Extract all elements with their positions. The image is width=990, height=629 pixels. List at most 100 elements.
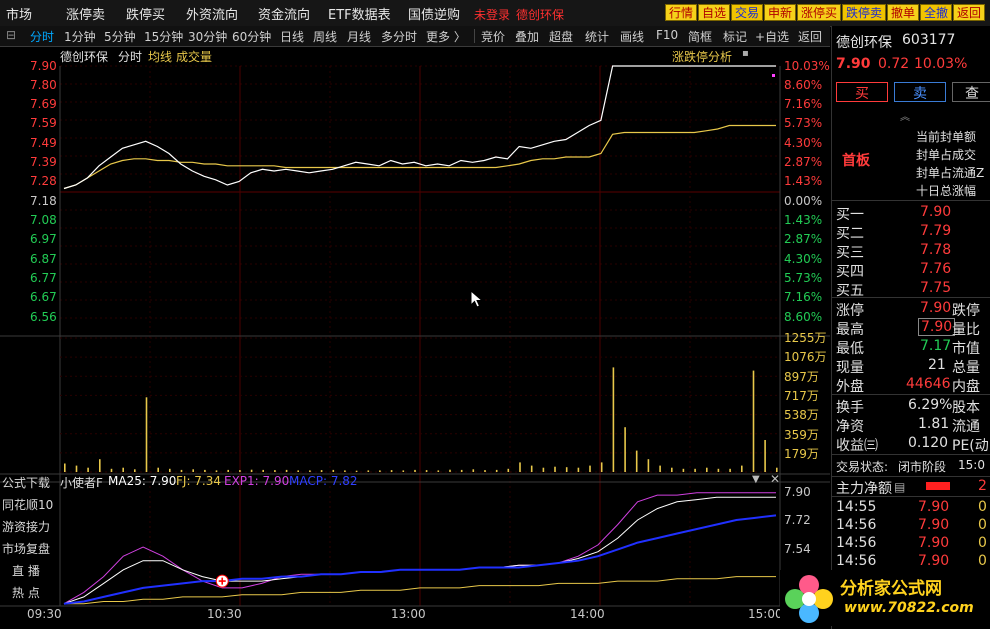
- tab-monthly[interactable]: 月线: [347, 28, 371, 45]
- btn-drawing[interactable]: 画线: [620, 28, 644, 45]
- menu-etf-table[interactable]: ETF数据表: [328, 4, 391, 23]
- panel-change: 0.72: [878, 56, 910, 72]
- price-tick: 6.87: [30, 252, 57, 266]
- price-tick: 7.80: [30, 78, 57, 92]
- panel-divider: [832, 297, 990, 298]
- tab-60min[interactable]: 60分钟: [232, 28, 271, 45]
- volume-bar: [565, 467, 568, 472]
- stat-label: 量比: [952, 322, 980, 338]
- tab-15min[interactable]: 15分钟: [144, 28, 183, 45]
- tab-30min[interactable]: 30分钟: [188, 28, 227, 45]
- query-button[interactable]: 查: [952, 82, 990, 102]
- market-review-button[interactable]: 市场复盘: [2, 540, 58, 557]
- intraday-chart-svg[interactable]: [0, 46, 830, 629]
- tick-price: 7.90: [918, 535, 950, 551]
- toolbar-toggle-icon[interactable]: ⊟: [6, 28, 16, 42]
- indicator-dropdown-icon[interactable]: ▼: [752, 474, 760, 485]
- bid-price[interactable]: 7.78: [920, 242, 951, 258]
- volume-bar: [425, 470, 428, 472]
- login-status[interactable]: 未登录: [474, 6, 510, 23]
- bid-label: 买三: [836, 245, 864, 261]
- btn-add-watchlist[interactable]: +自选: [755, 28, 789, 45]
- time-tick: 10:30: [207, 607, 242, 621]
- live-button[interactable]: 直 播: [12, 562, 68, 579]
- bid-price[interactable]: 7.90: [920, 204, 951, 220]
- menu-limit-down-buy[interactable]: 跌停买: [126, 4, 165, 23]
- btn-simple-frame[interactable]: 简框: [688, 28, 712, 45]
- sell-button[interactable]: 卖: [894, 82, 946, 102]
- tab-intraday[interactable]: 分时: [30, 28, 54, 45]
- stat-value: 21: [928, 357, 946, 373]
- quick-back-button[interactable]: 返回: [953, 4, 985, 21]
- quick-trade-button[interactable]: 交易: [731, 4, 763, 21]
- buy-button[interactable]: 买: [836, 82, 888, 102]
- volume-bar: [635, 450, 638, 472]
- collapse-up-icon[interactable]: ︽: [900, 108, 910, 123]
- indicator-close-icon[interactable]: ✕: [770, 472, 780, 486]
- btn-super-panel[interactable]: 超盘: [549, 28, 573, 45]
- volume-bar: [542, 467, 545, 472]
- time-tick: 09:30: [27, 607, 62, 621]
- chart-area[interactable]: [0, 46, 830, 629]
- pct-tick: 8.60%: [784, 310, 823, 324]
- bid-label: 买一: [836, 207, 864, 223]
- logo-url: www.70822.com: [844, 600, 974, 616]
- menu-market[interactable]: 市场: [6, 4, 32, 23]
- main-flow-info-icon[interactable]: ▤: [894, 480, 905, 494]
- price-tick: 7.28: [30, 174, 57, 188]
- toolbar-divider: [474, 29, 475, 43]
- price-tick: 7.18: [30, 194, 57, 208]
- menu-fund-flow[interactable]: 资金流向: [258, 4, 310, 23]
- tab-weekly[interactable]: 周线: [313, 28, 337, 45]
- volume-bar: [332, 469, 335, 472]
- btn-mark[interactable]: 标记: [723, 28, 747, 45]
- quick-ipo-button[interactable]: 申新: [764, 4, 796, 21]
- hot-money-relay-button[interactable]: 游资接力: [2, 518, 58, 535]
- volume-bar: [717, 468, 720, 472]
- btn-back[interactable]: 返回: [798, 28, 822, 45]
- menu-limit-up-sell[interactable]: 涨停卖: [66, 4, 105, 23]
- quick-quote-button[interactable]: 行情: [665, 4, 697, 21]
- tab-more[interactable]: 更多 〉: [426, 28, 466, 45]
- price-tick: 6.77: [30, 271, 57, 285]
- ths10-button[interactable]: 同花顺10: [2, 496, 58, 513]
- quick-watchlist-button[interactable]: 自选: [698, 4, 730, 21]
- volume-tick: 1255万: [784, 331, 827, 345]
- stat-label: 外盘: [836, 379, 864, 395]
- btn-auction[interactable]: 竞价: [481, 28, 505, 45]
- menu-foreign-flow[interactable]: 外资流向: [186, 4, 238, 23]
- limit-analysis-link[interactable]: 涨跌停分析: [672, 48, 732, 65]
- volume-bar: [530, 465, 533, 472]
- btn-overlay[interactable]: 叠加: [515, 28, 539, 45]
- volume-bar: [589, 465, 591, 472]
- tick-time: 14:55: [836, 499, 877, 515]
- tab-multi-intraday[interactable]: 多分时: [381, 28, 417, 45]
- avg-line-label: 均线: [148, 50, 173, 64]
- quick-limit-up-buy-button[interactable]: 涨停买: [797, 4, 841, 21]
- tick-volume: 0: [978, 535, 987, 551]
- bid-price[interactable]: 7.79: [920, 223, 951, 239]
- stat-label: 现量: [836, 360, 864, 376]
- btn-f10[interactable]: F10: [656, 28, 678, 42]
- chart-header-close-icon[interactable]: ▪: [742, 48, 749, 59]
- quick-limit-down-sell-button[interactable]: 跌停卖: [842, 4, 886, 21]
- tab-daily[interactable]: 日线: [280, 28, 304, 45]
- menu-reverse-repo[interactable]: 国债逆购: [408, 4, 460, 23]
- formula-download-button[interactable]: 公式下载: [2, 474, 58, 491]
- volume-bar: [507, 468, 510, 472]
- stat-value: 7.90: [918, 318, 956, 336]
- volume-bar: [355, 470, 358, 472]
- btn-statistics[interactable]: 统计: [585, 28, 609, 45]
- mouse-cursor-icon: [470, 290, 484, 308]
- pct-tick: 1.43%: [784, 213, 823, 227]
- tab-5min[interactable]: 5分钟: [104, 28, 136, 45]
- bid-price[interactable]: 7.76: [920, 261, 951, 277]
- quick-cancel-all-button[interactable]: 全撤: [920, 4, 952, 21]
- bid-price[interactable]: 7.75: [920, 280, 951, 296]
- indicator-name[interactable]: 小使者F: [60, 474, 103, 491]
- tab-1min[interactable]: 1分钟: [64, 28, 96, 45]
- indicator-tick: 7.72: [784, 513, 811, 527]
- hot-topics-button[interactable]: 热 点: [12, 584, 68, 601]
- quick-cancel-button[interactable]: 撤单: [887, 4, 919, 21]
- volume-tick: 897万: [784, 370, 819, 384]
